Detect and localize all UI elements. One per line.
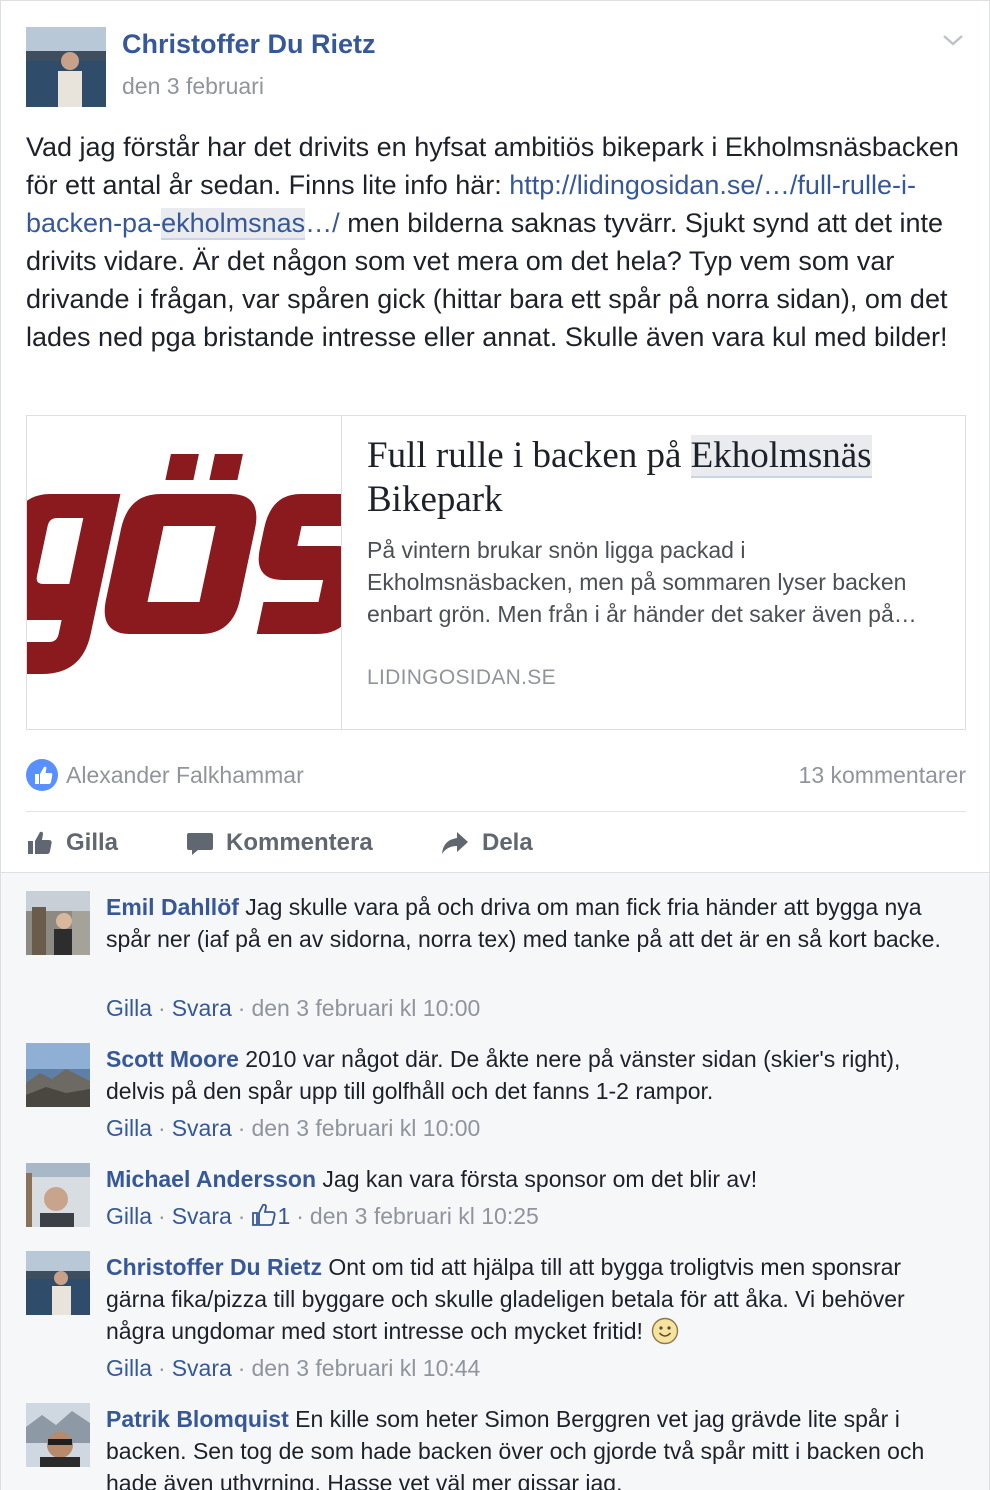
comment-time[interactable]: den 3 februari kl 10:25: [310, 1203, 539, 1229]
commenter-name[interactable]: Scott Moore: [106, 1046, 239, 1072]
commenter-avatar[interactable]: [26, 1043, 90, 1107]
chevron-down-icon[interactable]: [941, 31, 965, 49]
post-actions: Gilla Kommentera Dela: [26, 823, 966, 863]
post-card: Christoffer Du Rietz den 3 februari Vad …: [0, 0, 990, 872]
link-preview-image: [27, 416, 342, 729]
comment-text: Jag kan vara första sponsor om det blir …: [316, 1166, 758, 1192]
commenter-name[interactable]: Christoffer Du Rietz: [106, 1254, 322, 1280]
commenter-avatar[interactable]: [26, 1403, 90, 1467]
comment-reply-link[interactable]: Svara: [172, 1203, 232, 1229]
post-date[interactable]: den 3 februari: [122, 73, 264, 100]
reactions-row: Alexander Falkhammar 13 kommentarer: [26, 759, 966, 793]
comment-button-label: Kommentera: [226, 829, 373, 856]
divider: [26, 811, 966, 812]
commenter-name[interactable]: Michael Andersson: [106, 1166, 316, 1192]
comment-time[interactable]: den 3 februari kl 10:44: [251, 1355, 480, 1381]
comment-body: Christoffer Du Rietz Ont om tid att hjäl…: [106, 1251, 946, 1347]
comment-meta: Gilla · Svara · den 3 februari kl 10:44: [106, 1355, 481, 1381]
like-button-label: Gilla: [66, 829, 119, 856]
comment-like-link[interactable]: Gilla: [106, 995, 152, 1021]
comment-button[interactable]: Kommentera: [186, 823, 373, 863]
comment-reply-link[interactable]: Svara: [172, 1115, 232, 1141]
comment-body: Scott Moore 2010 var något där. De åkte …: [106, 1043, 946, 1107]
comment-time[interactable]: den 3 februari kl 10:00: [251, 1115, 480, 1141]
comment-meta: Gilla · Svara · den 3 februari kl 10:00: [106, 1115, 481, 1141]
comment-like-link[interactable]: Gilla: [106, 1115, 152, 1141]
like-badge-icon: [26, 759, 58, 791]
post-text: Vad jag förstår har det drivits en hyfsa…: [26, 128, 961, 356]
comment-count[interactable]: 13 kommentarer: [799, 762, 966, 789]
comment-like-link[interactable]: Gilla: [106, 1203, 152, 1229]
comments-section: Emil Dahllöf Jag skulle vara på och driv…: [0, 872, 990, 1490]
author-avatar[interactable]: [26, 27, 106, 107]
comment-reply-link[interactable]: Svara: [172, 995, 232, 1021]
thumbs-up-icon: [28, 831, 52, 854]
comment-body: Emil Dahllöf Jag skulle vara på och driv…: [106, 891, 946, 955]
comment-meta: Gilla · Svara · 1 · den 3 februari kl 10:25: [106, 1203, 539, 1229]
comment-time[interactable]: den 3 februari kl 10:00: [251, 995, 480, 1021]
smiley-emoji-icon: [651, 1317, 679, 1345]
commenter-name[interactable]: Patrik Blomquist: [106, 1406, 289, 1432]
commenter-avatar[interactable]: [26, 1251, 90, 1315]
comment-meta: Gilla · Svara · den 3 februari kl 10:00: [106, 995, 481, 1021]
link-preview-card[interactable]: Full rulle i backen på Ekholmsnäs Bikepa…: [26, 415, 966, 730]
share-button[interactable]: Dela: [440, 823, 533, 863]
link-preview-domain: LIDINGOSIDAN.SE: [367, 666, 556, 689]
comment-body: Michael Andersson Jag kan vara första sp…: [106, 1163, 946, 1195]
likers-names[interactable]: Alexander Falkhammar: [66, 762, 304, 789]
comment-icon: [187, 833, 213, 855]
comment-reply-link[interactable]: Svara: [172, 1355, 232, 1381]
comment-body: Patrik Blomquist En kille som heter Simo…: [106, 1403, 946, 1490]
commenter-avatar[interactable]: [26, 1163, 90, 1227]
link-preview-title: Full rulle i backen på Ekholmsnäs Bikepa…: [367, 435, 872, 520]
link-preview-description: På vintern brukar snön ligga packad i Ek…: [367, 537, 917, 627]
commenter-avatar[interactable]: [26, 891, 90, 955]
comment-likes-count[interactable]: 1: [251, 1203, 290, 1229]
share-icon: [442, 832, 468, 854]
thumbs-up-icon: [252, 1203, 276, 1226]
post-author-name[interactable]: Christoffer Du Rietz: [122, 29, 376, 60]
comment-like-link[interactable]: Gilla: [106, 1355, 152, 1381]
share-button-label: Dela: [482, 829, 533, 856]
like-button[interactable]: Gilla: [26, 823, 118, 863]
commenter-name[interactable]: Emil Dahllöf: [106, 894, 239, 920]
